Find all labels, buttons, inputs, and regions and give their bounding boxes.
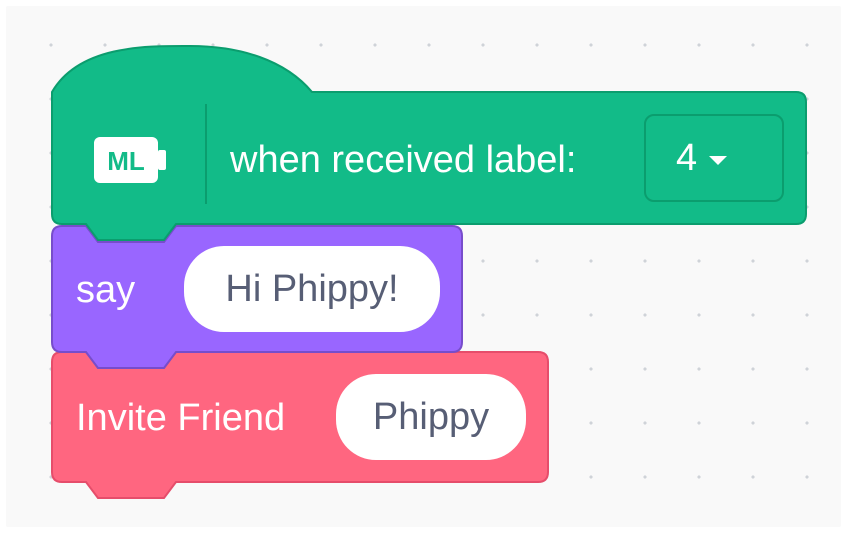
say-message-input[interactable]: Hi Phippy!: [184, 246, 440, 332]
label-dropdown[interactable]: 4: [644, 114, 784, 202]
when-received-label-text: when received label:: [230, 139, 577, 181]
say-label: say: [76, 269, 136, 311]
invite-friend-label: Invite Friend: [76, 397, 286, 439]
ml-extension-icon: ML: [94, 137, 166, 183]
hat-block-divider: [205, 104, 207, 204]
caret-down-icon: [709, 155, 728, 165]
label-dropdown-value: 4: [676, 136, 698, 179]
friend-name-input[interactable]: Phippy: [336, 374, 526, 460]
ml-icon-text: ML: [107, 146, 145, 176]
